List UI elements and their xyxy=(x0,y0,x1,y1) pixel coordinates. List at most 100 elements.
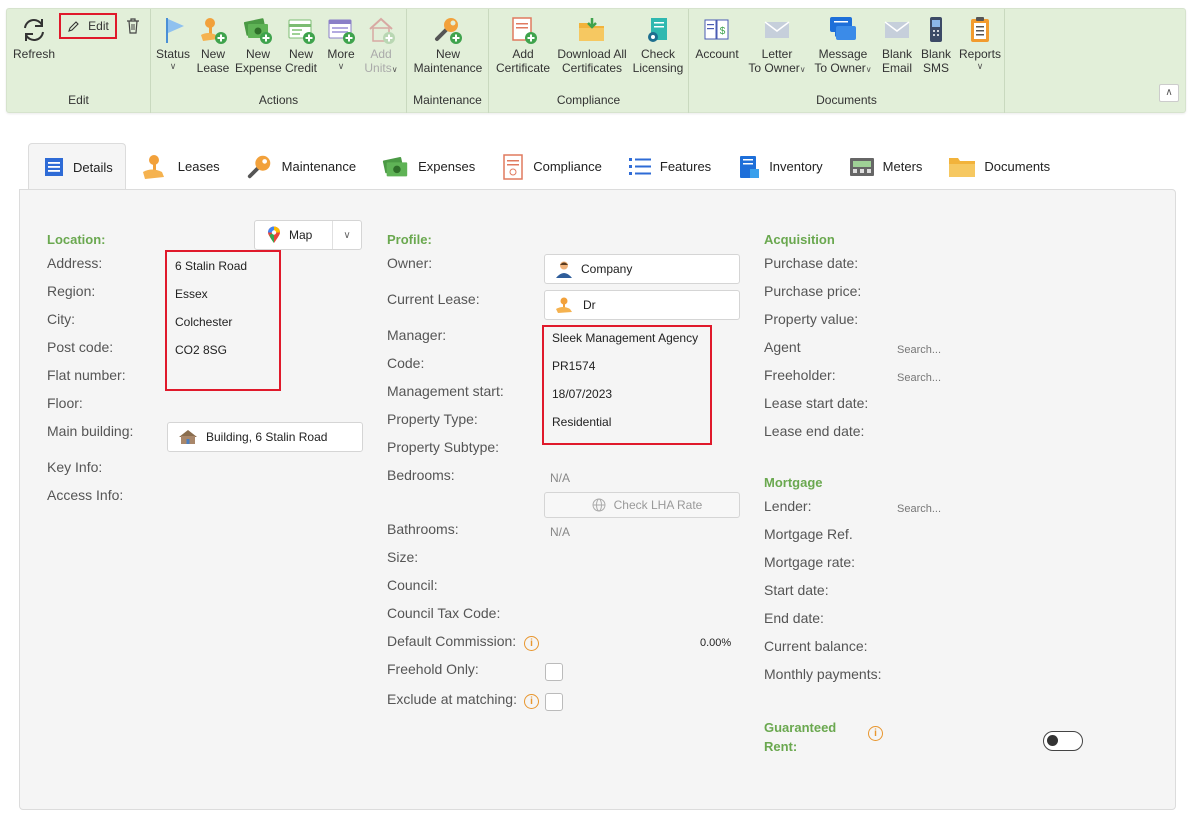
tab-compliance[interactable]: Compliance xyxy=(487,143,614,190)
check-lha-rate-label: Check LHA Rate xyxy=(613,498,703,512)
blank-email-label-2: Email xyxy=(881,61,912,75)
freehold-only-checkbox[interactable] xyxy=(545,663,563,681)
chevron-down-icon: ∨ xyxy=(337,61,345,71)
ribbon-group-compliance: Add Certificate Download All Certificate… xyxy=(489,9,689,113)
tab-leases[interactable]: Leases xyxy=(126,143,232,190)
refresh-icon xyxy=(24,19,44,41)
more-button[interactable]: More ∨ xyxy=(323,15,359,71)
tab-maintenance[interactable]: Maintenance xyxy=(232,143,368,190)
freeholder-search-input[interactable]: Search... xyxy=(897,372,941,384)
new-lease-button[interactable]: New Lease xyxy=(193,15,233,75)
details-icon xyxy=(45,158,63,176)
tab-documents[interactable]: Documents xyxy=(934,143,1062,190)
property-subtype-label: Property Subtype: xyxy=(387,439,500,455)
download-all-certificates-button[interactable]: Download All Certificates xyxy=(555,15,629,75)
tab-inventory[interactable]: Inventory xyxy=(723,143,834,190)
hand-key-icon xyxy=(201,18,227,44)
folder-icon xyxy=(949,157,976,177)
message-to-owner-button[interactable]: Message To Owner∨ xyxy=(811,15,875,77)
main-building-value: Building, 6 Stalin Road xyxy=(206,430,328,444)
building-icon xyxy=(179,430,197,444)
download-all-label-1: Download All xyxy=(557,47,627,61)
tab-expenses[interactable]: Expenses xyxy=(368,143,487,190)
house-add-icon xyxy=(369,17,395,44)
council-label: Council: xyxy=(387,577,438,593)
new-credit-button[interactable]: New Credit xyxy=(283,15,319,75)
info-icon[interactable]: i xyxy=(868,726,883,741)
current-balance-label: Current balance: xyxy=(764,638,868,654)
bathrooms-label: Bathrooms: xyxy=(387,521,459,537)
mortgage-ref-label: Mortgage Ref. xyxy=(764,526,853,542)
owner-value: Company xyxy=(581,262,633,276)
map-main-button[interactable]: Map xyxy=(255,221,333,249)
guaranteed-rent-toggle[interactable] xyxy=(1043,731,1083,751)
edit-label: Edit xyxy=(88,19,109,33)
city-label: City: xyxy=(47,311,75,327)
guaranteed-rent-line-1: Guaranteed xyxy=(764,720,837,735)
account-button[interactable]: $ Account xyxy=(693,15,741,61)
tab-meters[interactable]: Meters xyxy=(835,143,935,190)
freeholder-label: Freeholder: xyxy=(764,367,836,383)
collapse-ribbon-button[interactable]: ∧ xyxy=(1159,84,1179,102)
blank-email-button[interactable]: Blank Email xyxy=(879,15,915,75)
map-pin-icon xyxy=(268,226,280,243)
current-lease-link[interactable]: Dr xyxy=(544,290,740,320)
address-value: 6 Stalin Road xyxy=(175,259,248,273)
info-icon[interactable]: i xyxy=(524,636,539,651)
money-icon xyxy=(243,18,272,44)
post-code-value: CO2 8SG xyxy=(175,343,228,357)
mortgage-end-label: End date: xyxy=(764,610,824,626)
purchase-price-label: Purchase price: xyxy=(764,283,862,299)
main-building-link[interactable]: Building, 6 Stalin Road xyxy=(167,422,363,452)
new-expense-button[interactable]: New Expense xyxy=(235,15,282,75)
add-certificate-label-2: Certificate xyxy=(495,61,551,75)
message-label-2: To Owner xyxy=(814,61,866,75)
tab-bar: Details Leases Maintenance Expenses Comp… xyxy=(28,143,1062,190)
map-button[interactable]: Map ∨ xyxy=(254,220,362,250)
status-button[interactable]: Status ∨ xyxy=(155,15,191,71)
tab-maintenance-label: Maintenance xyxy=(281,159,357,174)
letter-to-owner-button[interactable]: Letter To Owner∨ xyxy=(745,15,809,77)
add-units-button[interactable]: Add Units∨ xyxy=(361,15,401,77)
check-licensing-button[interactable]: Check Licensing xyxy=(631,15,685,75)
reports-button[interactable]: Reports ∨ xyxy=(957,15,1003,71)
agent-search-input[interactable]: Search... xyxy=(897,344,941,356)
current-lease-value: Dr xyxy=(583,298,596,312)
agent-label: Agent xyxy=(764,339,801,355)
ledger-icon: $ xyxy=(704,19,729,40)
blank-sms-button[interactable]: Blank SMS xyxy=(917,15,955,75)
code-value: PR1574 xyxy=(552,359,596,373)
pencil-icon xyxy=(68,20,79,32)
list-icon xyxy=(628,157,651,175)
post-code-label: Post code: xyxy=(47,339,114,355)
envelope-icon xyxy=(764,21,790,38)
region-value: Essex xyxy=(175,287,208,301)
mortgage-start-label: Start date: xyxy=(764,582,829,598)
access-info-label: Access Info: xyxy=(47,487,124,503)
group-label-documents: Documents xyxy=(816,93,877,107)
tab-details[interactable]: Details xyxy=(28,143,126,190)
refresh-button[interactable]: Refresh xyxy=(11,15,57,61)
svg-text:$: $ xyxy=(720,26,726,37)
council-tax-code-label: Council Tax Code: xyxy=(387,605,501,621)
check-lha-rate-button[interactable]: Check LHA Rate xyxy=(544,492,740,518)
info-icon[interactable]: i xyxy=(524,694,539,709)
owner-link[interactable]: Company xyxy=(544,254,740,284)
tab-features[interactable]: Features xyxy=(614,143,723,190)
wrench-icon xyxy=(247,155,270,178)
add-certificate-button[interactable]: Add Certificate xyxy=(491,15,555,75)
chevron-down-icon: ∨ xyxy=(169,61,177,71)
lender-search-input[interactable]: Search... xyxy=(897,503,941,515)
ribbon-group-documents: $ Account Letter To Owner∨ Message To Ow… xyxy=(689,9,1005,113)
trash-icon[interactable] xyxy=(125,17,141,35)
chevron-down-icon[interactable]: ∨ xyxy=(333,230,361,241)
edit-button[interactable]: Edit xyxy=(59,13,117,39)
exclude-matching-checkbox[interactable] xyxy=(545,693,563,711)
mortgage-heading: Mortgage xyxy=(764,475,823,490)
tab-inventory-label: Inventory xyxy=(769,159,823,174)
phone-icon xyxy=(930,17,942,42)
refresh-label: Refresh xyxy=(12,47,56,61)
lender-label: Lender: xyxy=(764,498,812,514)
new-maintenance-button[interactable]: New Maintenance xyxy=(411,15,485,75)
chevron-down-icon: ∨ xyxy=(865,65,872,74)
